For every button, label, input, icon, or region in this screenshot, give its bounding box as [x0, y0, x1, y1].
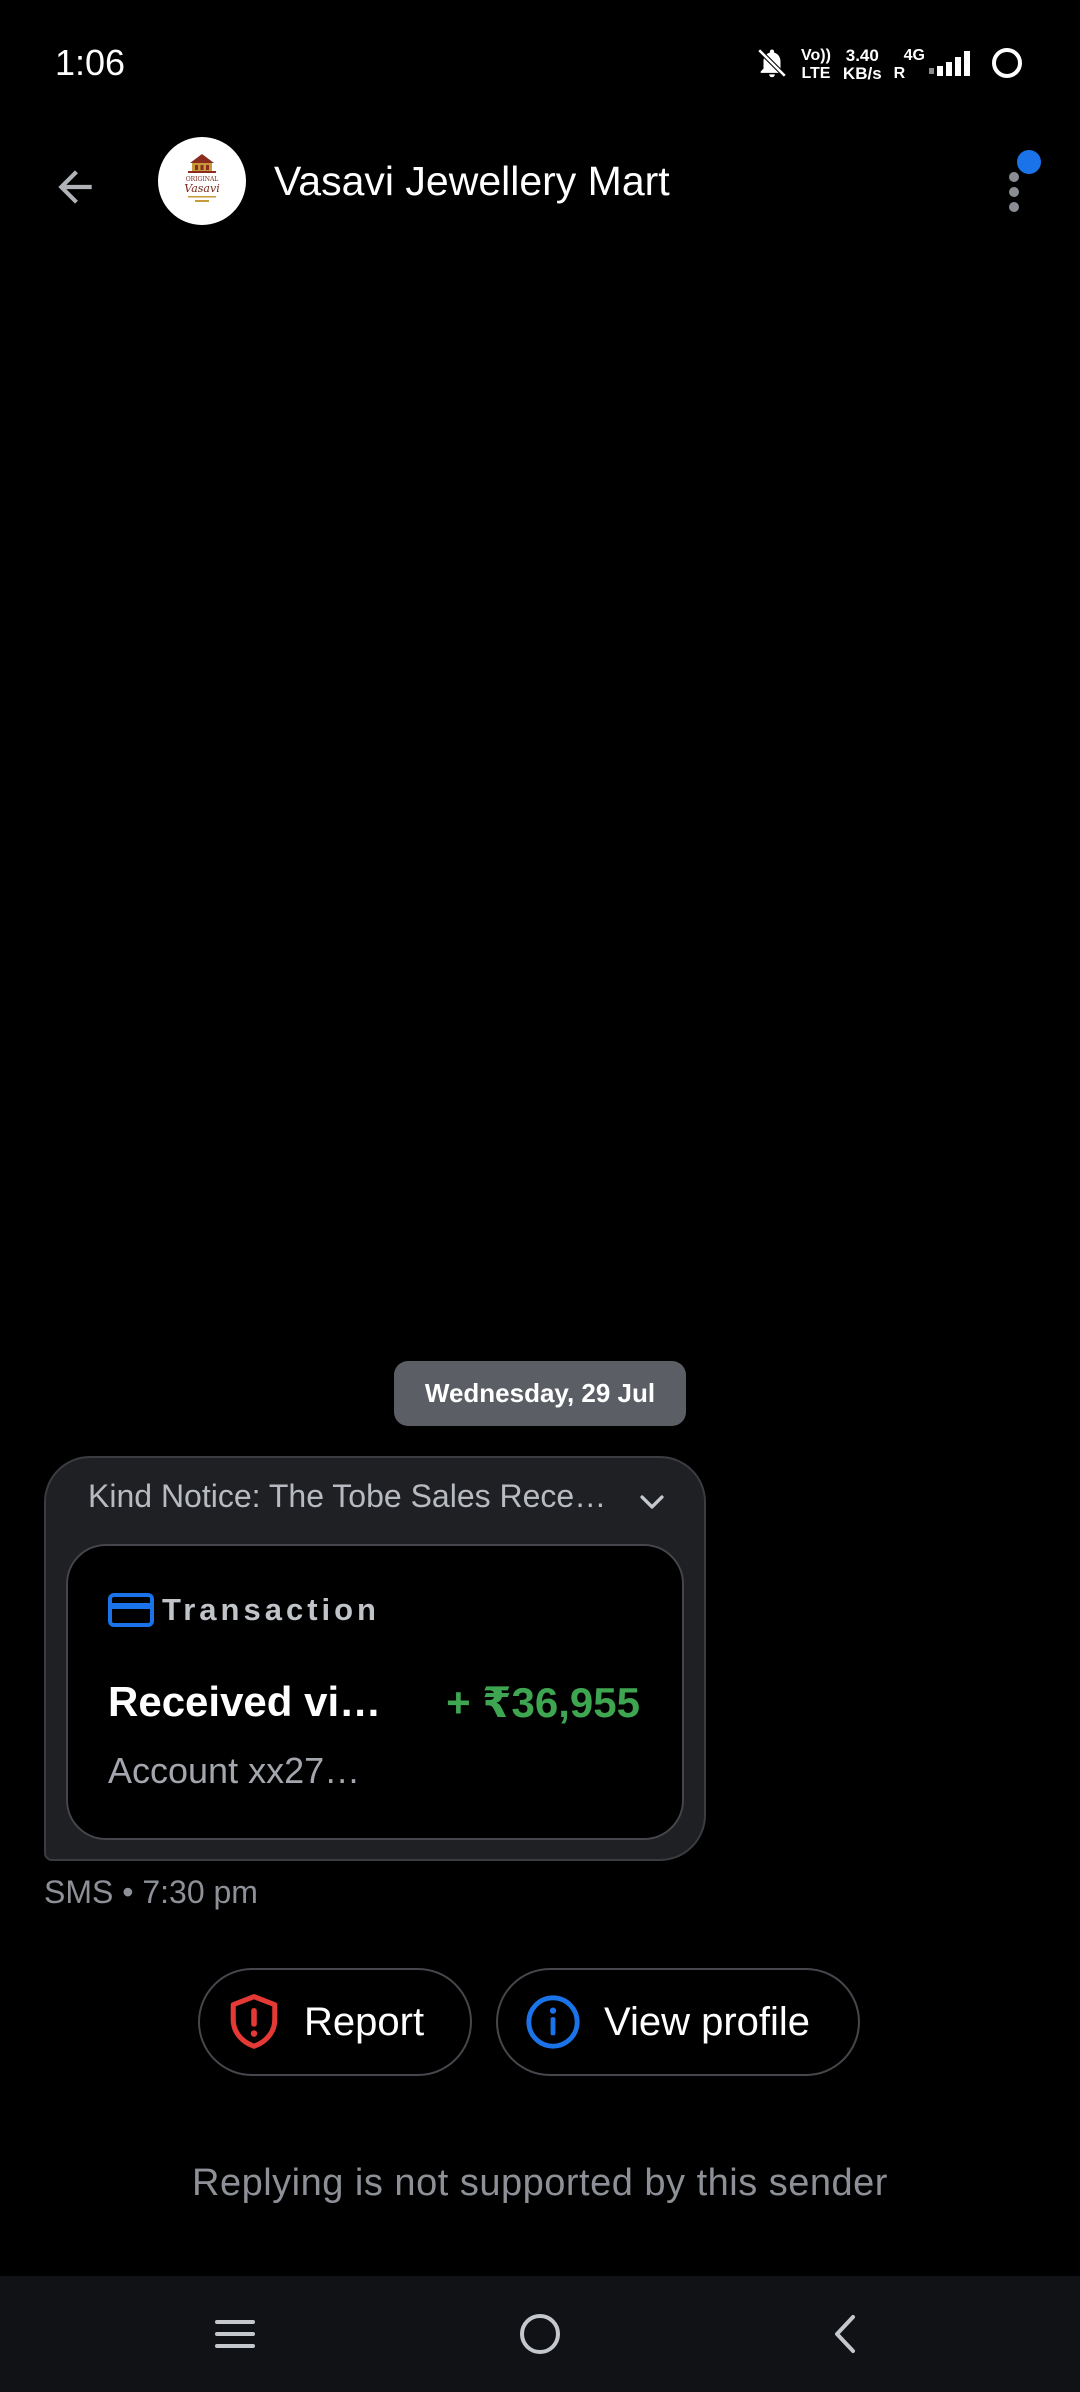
- card-title: Received vi…: [108, 1678, 378, 1725]
- network-speed: 3.40 KB/s: [842, 46, 882, 83]
- expand-button[interactable]: [628, 1478, 676, 1526]
- vasavi-logo-icon: ORIGINAL Vasavi: [184, 154, 220, 202]
- nav-back-button[interactable]: [810, 2302, 880, 2366]
- status-time: 1:06: [55, 42, 126, 83]
- home-circle-icon: [520, 2314, 560, 2354]
- shield-alert-icon: [230, 1994, 278, 2049]
- status-icons: Vo)) LTE 3.40 KB/s 4G R: [755, 40, 1025, 90]
- status-bar: 1:06 Vo)) LTE 3.40 KB/s 4G R: [0, 0, 1080, 130]
- report-label: Report: [304, 1999, 425, 2044]
- chevron-down-icon: [640, 1495, 664, 1509]
- nav-back-chevron-icon: [835, 2315, 855, 2353]
- card-amount: + ₹36,955: [446, 1679, 640, 1726]
- report-button[interactable]: Report: [198, 1968, 472, 2076]
- battery-ring-icon: [989, 45, 1025, 86]
- more-vert-icon: [1009, 172, 1019, 182]
- mute-bell-icon: [755, 46, 789, 85]
- recents-menu-icon: [215, 2320, 255, 2348]
- roaming-indicator: R: [893, 65, 906, 82]
- date-chip: Wednesday, 29 Jul: [394, 1361, 686, 1426]
- svg-text:Vasavi: Vasavi: [184, 182, 219, 195]
- card-subtitle: Account xx27…: [108, 1750, 361, 1791]
- more-vert-dot: [1009, 202, 1019, 212]
- recents-button[interactable]: [200, 2302, 270, 2366]
- more-vert-dot: [1009, 187, 1019, 197]
- view-profile-label: View profile: [604, 1999, 811, 2044]
- app-header: ORIGINAL Vasavi Vasavi Jewellery Mart: [0, 130, 1080, 236]
- back-arrow-icon: [58, 170, 92, 204]
- message-meta: SMS • 7:30 pm: [44, 1874, 258, 1910]
- info-icon: [526, 1995, 580, 2049]
- back-button[interactable]: [40, 152, 110, 222]
- signal-bars-icon: [927, 48, 971, 83]
- card-header: Transaction: [108, 1592, 380, 1628]
- home-button[interactable]: [505, 2302, 575, 2366]
- avatar[interactable]: ORIGINAL Vasavi: [158, 137, 246, 225]
- notification-dot: [1017, 150, 1041, 174]
- contact-name: Vasavi Jewellery Mart: [274, 158, 670, 204]
- navigation-bar: [0, 2276, 1080, 2392]
- more-options-button[interactable]: [990, 150, 1041, 220]
- card-type-label: Transaction: [162, 1592, 380, 1627]
- network-type: 4G R: [893, 47, 925, 82]
- credit-card-icon: [108, 1593, 154, 1627]
- reply-not-supported-note: Replying is not supported by this sender: [192, 2162, 888, 2204]
- view-profile-button[interactable]: View profile: [496, 1968, 860, 2076]
- transaction-card[interactable]: Transaction Received vi… + ₹36,955 Accou…: [66, 1544, 684, 1840]
- message-bubble[interactable]: Kind Notice: The Tobe Sales Rece… Transa…: [44, 1456, 706, 1861]
- volte-indicator: Vo)) LTE: [801, 47, 831, 82]
- message-preview: Kind Notice: The Tobe Sales Rece…: [88, 1478, 607, 1514]
